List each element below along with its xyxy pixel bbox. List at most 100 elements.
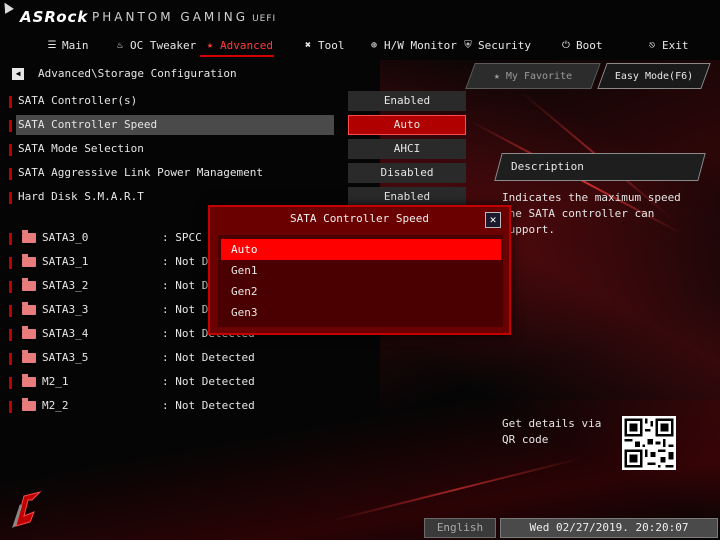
my-favorite-button[interactable]: ★ My Favorite xyxy=(465,63,601,89)
drive-name: SATA3_2 xyxy=(42,279,89,292)
tab-label: Tool xyxy=(318,38,345,52)
drive-name: SATA3_0 xyxy=(42,231,89,244)
row-marker xyxy=(9,401,12,413)
brand-logo: ASRock xyxy=(20,8,89,26)
row-marker xyxy=(9,257,12,269)
menu-icon: ☰ xyxy=(47,39,57,51)
datetime-display: Wed 02/27/2019. 20:20:07 xyxy=(500,518,718,538)
option-gen1[interactable]: Gen1 xyxy=(221,260,501,281)
breadcrumb: Advanced\Storage Configuration xyxy=(38,67,237,80)
setting-row-sata-alpm[interactable]: SATA Aggressive Link Power Management Di… xyxy=(0,162,470,184)
folder-icon xyxy=(22,374,36,387)
setting-label: SATA Controller(s) xyxy=(18,94,138,107)
setting-row-sata-controller-speed[interactable]: SATA Controller Speed Auto xyxy=(0,114,470,136)
background-streak xyxy=(329,457,583,522)
star-icon: ★ xyxy=(493,70,500,82)
setting-value[interactable]: Auto xyxy=(348,115,466,135)
row-marker xyxy=(9,120,12,132)
drive-name: M2_2 xyxy=(42,399,69,412)
tab-boot[interactable]: ⏻ Boot xyxy=(560,36,602,54)
row-marker xyxy=(9,192,12,204)
tab-label: Main xyxy=(62,38,89,52)
exit-icon: ⎋ xyxy=(648,39,656,51)
folder-icon xyxy=(22,398,36,411)
option-auto[interactable]: Auto xyxy=(221,239,501,260)
drive-m2-2: M2_2 : Not Detected xyxy=(0,395,300,417)
drive-name: SATA3_4 xyxy=(42,327,89,340)
drive-name: SATA3_5 xyxy=(42,351,89,364)
qr-code-icon xyxy=(622,416,676,470)
wrench-icon: ✖ xyxy=(304,39,312,51)
language-button[interactable]: English xyxy=(424,518,496,538)
tab-label: H/W Monitor xyxy=(384,38,457,52)
drive-m2-1: M2_1 : Not Detected xyxy=(0,371,300,393)
option-gen3[interactable]: Gen3 xyxy=(221,302,501,323)
tab-tool[interactable]: ✖ Tool xyxy=(302,36,345,54)
row-marker xyxy=(9,305,12,317)
close-icon[interactable]: ✕ xyxy=(485,212,501,228)
folder-icon xyxy=(22,350,36,363)
folder-icon xyxy=(22,254,36,267)
folder-icon xyxy=(22,230,36,243)
tab-label: Advanced xyxy=(220,38,273,52)
popup-options: Auto Gen1 Gen2 Gen3 xyxy=(218,235,503,327)
row-marker xyxy=(9,377,12,389)
row-marker xyxy=(9,168,12,180)
tab-oc-tweaker[interactable]: ♨ OC Tweaker xyxy=(114,36,196,54)
folder-icon xyxy=(22,302,36,315)
setting-row-sata-controllers[interactable]: SATA Controller(s) Enabled xyxy=(0,90,470,112)
sata-speed-popup: SATA Controller Speed ✕ Auto Gen1 Gen2 G… xyxy=(208,205,511,335)
row-marker xyxy=(9,281,12,293)
option-gen2[interactable]: Gen2 xyxy=(221,281,501,302)
row-marker xyxy=(9,353,12,365)
row-marker xyxy=(9,144,12,156)
star-icon: ★ xyxy=(206,39,214,51)
header: ASRock PHANTOM GAMING UEFI xyxy=(0,0,720,60)
drive-status: : Not Detected xyxy=(162,375,255,388)
drive-status: : Not Detected xyxy=(162,351,255,364)
popup-title: SATA Controller Speed xyxy=(289,212,430,225)
setting-value[interactable]: AHCI xyxy=(348,139,466,159)
folder-icon xyxy=(22,278,36,291)
flame-icon: ♨ xyxy=(116,39,124,51)
shield-icon: ⛨ xyxy=(464,39,472,51)
active-tab-indicator xyxy=(200,55,274,57)
globe-icon: ⊕ xyxy=(370,39,378,51)
phantom-gaming-logo-icon xyxy=(12,491,42,528)
easy-mode-button[interactable]: Easy Mode(F6) xyxy=(597,63,711,89)
product-label: PHANTOM GAMING xyxy=(92,10,249,24)
setting-label: SATA Aggressive Link Power Management xyxy=(18,166,264,179)
row-marker xyxy=(9,96,12,108)
tab-label: Security xyxy=(478,38,531,52)
power-icon: ⏻ xyxy=(562,39,570,51)
drive-status: : Not Detected xyxy=(162,399,255,412)
setting-label: SATA Controller Speed xyxy=(18,118,158,131)
description-header: Description xyxy=(494,153,706,181)
description-text: Indicates the maximum speed the SATA con… xyxy=(502,191,681,236)
setting-label: SATA Mode Selection xyxy=(18,142,144,155)
drive-name: SATA3_3 xyxy=(42,303,89,316)
setting-value[interactable]: Enabled xyxy=(348,91,466,111)
setting-row-sata-mode-selection[interactable]: SATA Mode Selection AHCI xyxy=(0,138,470,160)
tab-hw-monitor[interactable]: ⊕ H/W Monitor xyxy=(368,36,457,54)
description-title: Description xyxy=(511,160,584,173)
tab-label: OC Tweaker xyxy=(130,38,197,52)
drive-name: M2_1 xyxy=(42,375,69,388)
my-favorite-label: My Favorite xyxy=(505,70,573,82)
tab-exit[interactable]: ⎋ Exit xyxy=(646,36,689,54)
row-marker xyxy=(9,233,12,245)
uefi-label: UEFI xyxy=(252,14,277,24)
row-marker xyxy=(9,329,12,341)
easy-mode-label: Easy Mode(F6) xyxy=(614,70,694,82)
setting-label: Hard Disk S.M.A.R.T xyxy=(18,190,144,203)
setting-value[interactable]: Disabled xyxy=(348,163,466,183)
back-arrow-icon[interactable]: ◀ xyxy=(12,68,24,80)
drive-name: SATA3_1 xyxy=(42,255,89,268)
tab-advanced[interactable]: ★ Advanced xyxy=(204,36,273,54)
folder-icon xyxy=(22,326,36,339)
qr-label: Get details via QR code xyxy=(502,417,602,446)
setting-value[interactable]: Enabled xyxy=(348,187,466,207)
tab-main[interactable]: ☰ Main xyxy=(46,36,89,54)
tab-security[interactable]: ⛨ Security xyxy=(462,36,531,54)
drive-sata3-5: SATA3_5 : Not Detected xyxy=(0,347,300,369)
